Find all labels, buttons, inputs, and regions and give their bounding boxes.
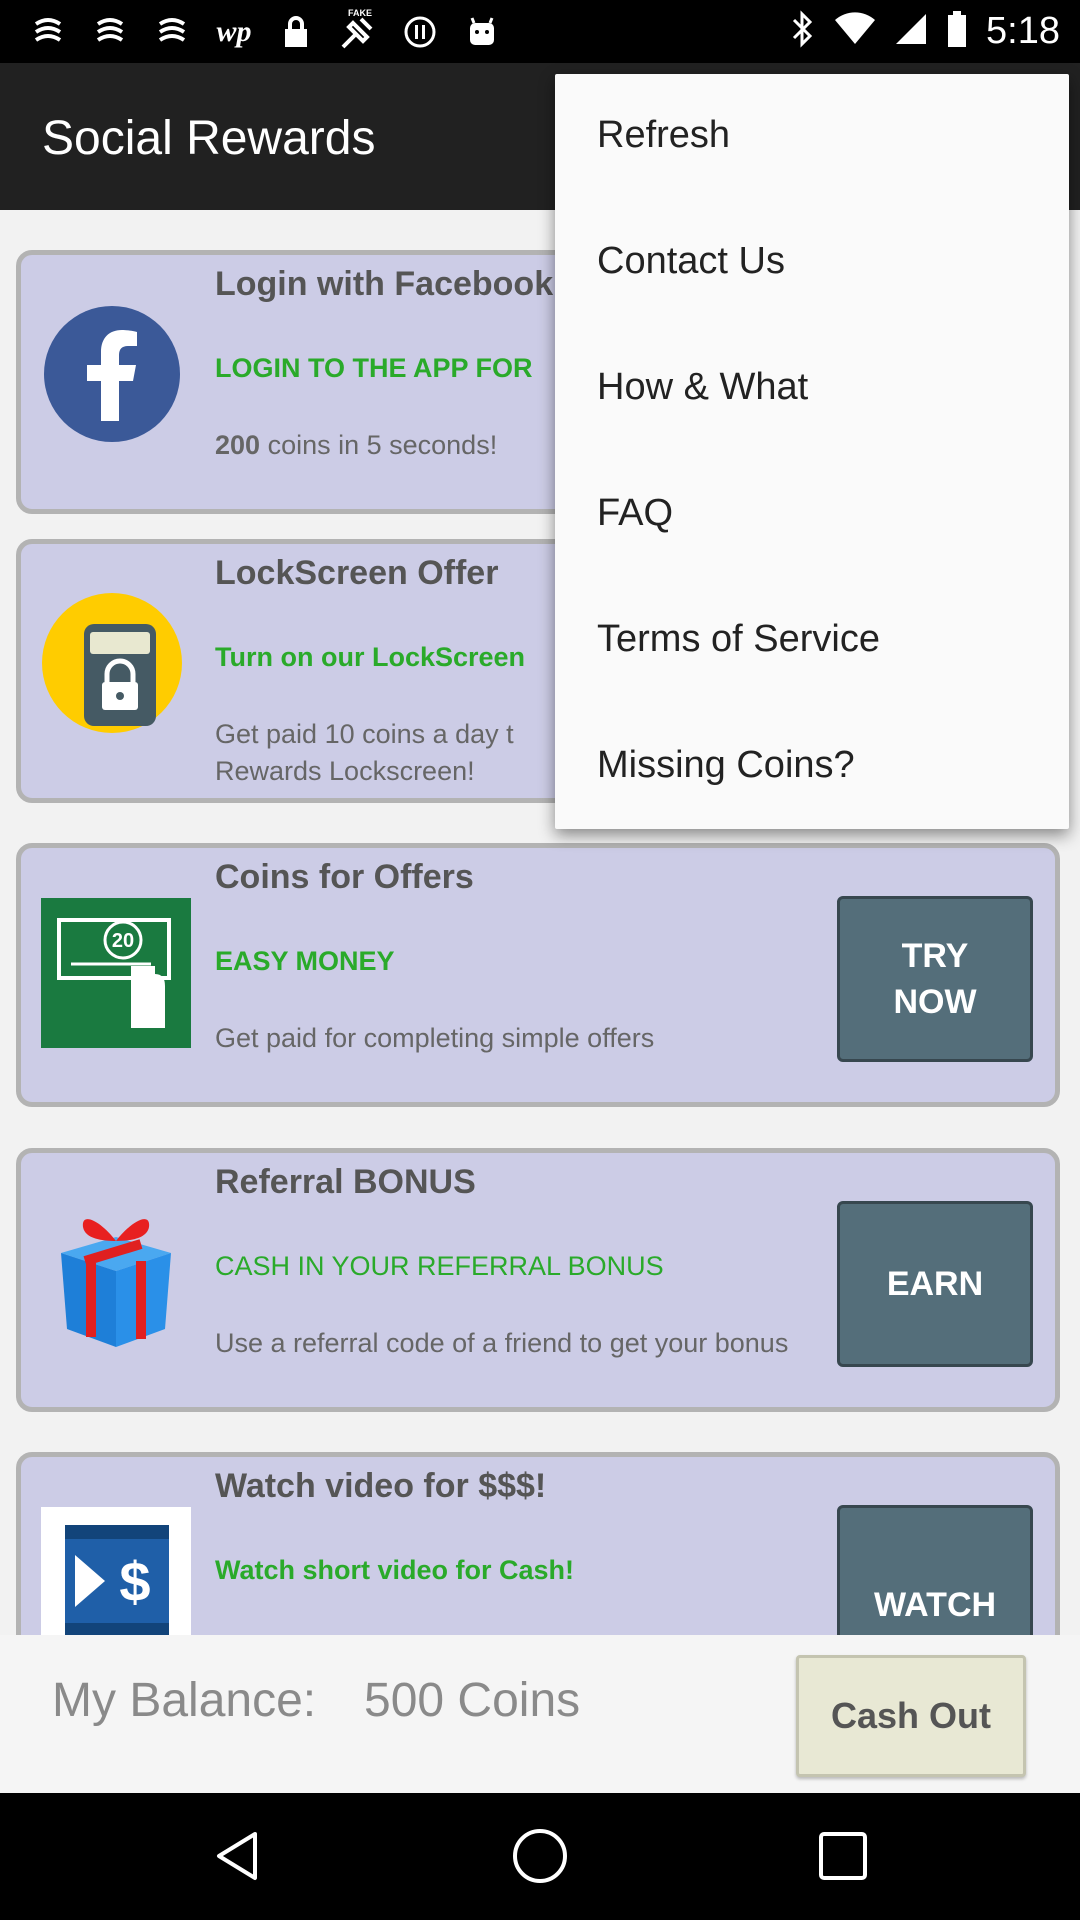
app-title: Social Rewards [42,112,376,165]
menu-item-refresh[interactable]: Refresh [597,114,730,157]
cash-out-button[interactable]: Cash Out [796,1655,1026,1777]
signal-icon [894,12,928,51]
back-icon[interactable] [204,1823,270,1889]
card-subtitle: Turn on our LockScreen [215,642,526,672]
watch-button[interactable]: WATCH [837,1505,1033,1635]
status-bar: wp FAKE 5:18 [0,0,1080,63]
menu-item-how-and-what[interactable]: How & What [597,366,808,409]
card-description: Get paid 10 coins a day t Rewards Locksc… [215,719,514,786]
card-description-text: coins in 5 seconds! [260,430,498,460]
try-now-button[interactable]: TRY NOW [837,896,1033,1062]
card-description: Use a referral code of a friend to get y… [215,1328,789,1358]
wp-icon: wp [214,12,254,52]
navigation-bar [0,1793,1080,1920]
notification-icon [90,12,130,52]
status-icons-right: 5:18 [790,10,1060,53]
balance-value: 500 Coins [364,1674,581,1727]
balance-bar: My Balance: 500 Coins Cash Out [0,1635,1080,1793]
menu-item-terms-of-service[interactable]: Terms of Service [597,618,880,661]
android-icon [462,12,502,52]
card-subtitle: EASY MONEY [215,946,395,976]
notification-icon [152,12,192,52]
offer-card-referral[interactable]: Referral BONUS CASH IN YOUR REFERRAL BON… [16,1148,1060,1412]
earn-button[interactable]: EARN [837,1201,1033,1367]
menu-item-missing-coins[interactable]: Missing Coins? [597,744,855,787]
menu-item-contact-us[interactable]: Contact Us [597,240,785,283]
card-title: Referral BONUS [215,1163,476,1201]
wifi-icon [834,12,876,51]
menu-item-faq[interactable]: FAQ [597,492,673,535]
card-subtitle: CASH IN YOUR REFERRAL BONUS [215,1251,664,1281]
card-subtitle: LOGIN TO THE APP FOR [215,353,533,383]
overflow-menu: Refresh Contact Us How & What FAQ Terms … [555,74,1069,829]
home-icon[interactable] [507,1823,573,1889]
cash-offer-icon-value: 20 [112,930,134,952]
coins-amount: 200 [215,430,261,460]
recents-icon[interactable] [810,1823,876,1889]
fake-label: FAKE [348,8,373,18]
lockscreen-icon [41,592,191,742]
card-subtitle: Watch short video for Cash! [215,1555,575,1585]
battery-icon [946,10,968,53]
card-description: Get paid for completing simple offers [215,1023,655,1053]
fake-gps-icon: FAKE [338,8,378,52]
svg-text:$: $ [119,1550,150,1613]
bluetooth-icon [790,10,816,53]
offer-card-watch-video[interactable]: $ Watch video for $$$! Watch short video… [16,1452,1060,1635]
card-title: LockScreen Offer [215,554,499,592]
notification-icon [28,12,68,52]
facebook-icon [41,303,191,453]
card-title: Coins for Offers [215,858,474,896]
balance-label: My Balance: [52,1674,317,1727]
status-icons-left: wp FAKE [28,8,502,52]
lock-icon [276,12,316,52]
status-time: 5:18 [986,10,1060,52]
card-title: Watch video for $$$! [215,1467,547,1505]
card-title: Login with Facebook [215,265,554,303]
pause-icon [400,12,440,52]
cash-offer-icon: 20 [41,898,191,1048]
offer-card-coins-for-offers[interactable]: 20 Coins for Offers EASY MONEY Get paid … [16,843,1060,1107]
video-cash-icon: $ [41,1507,191,1635]
gift-icon [41,1201,191,1351]
wp-label: wp [216,15,252,48]
